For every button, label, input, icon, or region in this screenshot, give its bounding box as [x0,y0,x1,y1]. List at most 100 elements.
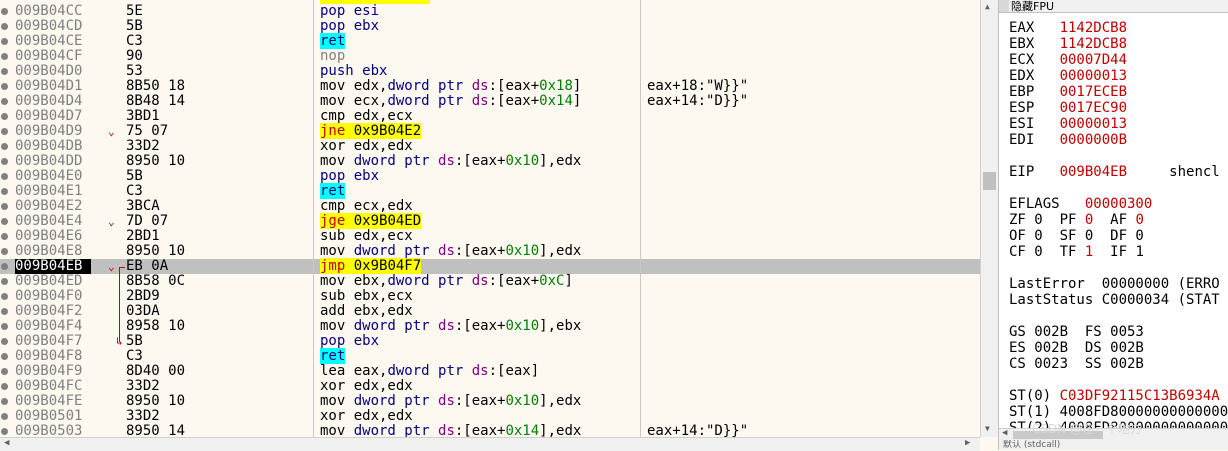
instruction-address[interactable]: 009B04DB [15,139,91,154]
breakpoint-bullet-icon[interactable] [1,8,8,15]
disasm-row[interactable]: 009B04ED 8B58 0C mov ebx,dword ptr ds:[eax… [0,274,980,289]
breakpoint-bullet-icon[interactable] [1,143,8,150]
instruction-address[interactable]: 009B04F4 [15,319,91,334]
disasm-row[interactable]: 009B04D9 ⌄ 75 07 jne 0x9B04E2 [0,123,980,139]
instruction-address[interactable]: 009B04E6 [15,229,91,244]
breakpoint-bullet-icon[interactable] [1,383,8,390]
breakpoint-bullet-icon[interactable] [1,203,8,210]
breakpoint-bullet-icon[interactable] [1,263,8,270]
breakpoint-bullet-icon[interactable] [1,68,8,75]
breakpoint-bullet-icon[interactable] [1,293,8,300]
scroll-down-icon[interactable]: ▼ [985,424,990,433]
register-esp[interactable]: ESP 0017EC90 [1009,100,1127,116]
register-ebp[interactable]: EBP 0017ECEB [1009,84,1127,100]
disasm-row[interactable]: 009B04D7 3BD1 cmp edx,ecx [0,109,980,124]
disasm-row[interactable]: 009B04D4 8B48 14 mov ecx,dword ptr ds:[eax… [0,94,980,109]
disasm-row[interactable]: 009B04DD 8950 10 mov dword ptr ds:[eax+0x1… [0,154,980,169]
disassembly-horizontal-scrollbar[interactable]: ◀ ▶ [0,437,980,451]
instruction-address[interactable]: 009B04D7 [15,109,91,124]
instruction-address[interactable]: 009B04FC [15,379,91,394]
segment-registers-row[interactable]: GS 002B FS 0053 [1009,324,1144,340]
disassembly-vertical-scrollbar[interactable]: ▲ ▼ [980,0,998,437]
disasm-row[interactable]: 009B04E6 2BD1 sub edx,ecx [0,229,980,244]
disasm-row[interactable]: 009B04F4 8958 10 mov dword ptr ds:[eax+0x1… [0,319,980,334]
instruction-address[interactable]: 009B04F2 [15,304,91,319]
disasm-row[interactable]: 009B04E4 ⌄ 7D 07 jge 0x9B04ED [0,213,980,229]
breakpoint-bullet-icon[interactable] [1,248,8,255]
instruction-address[interactable]: 009B04E4 [15,214,91,229]
instruction-address[interactable]: 009B04FE [15,394,91,409]
collapse-icon[interactable] [999,0,1009,12]
instruction-address[interactable]: 009B04E8 [15,244,91,259]
disasm-row[interactable]: 009B04FE 8950 10 mov dword ptr ds:[eax+0x1… [0,394,980,409]
instruction-address[interactable]: 009B04CE [15,34,91,49]
register-ecx[interactable]: ECX 00007D44 [1009,52,1127,68]
instruction-address[interactable]: 009B04DD [15,154,91,169]
scroll-up-icon[interactable]: ▲ [985,2,990,11]
disasm-row[interactable]: 009B04E0 5B pop ebx [0,169,980,184]
instruction-address[interactable]: 009B04CF [15,49,91,64]
register-esi[interactable]: ESI 00000013 [1009,116,1127,132]
instruction-address[interactable]: 009B0503 [15,424,91,438]
disasm-row[interactable]: 009B04EB ⌄ EB 0A jmp 0x9B04F7 [0,258,980,274]
breakpoint-bullet-icon[interactable] [1,218,8,225]
breakpoint-bullet-icon[interactable] [1,308,8,315]
disasm-row[interactable]: 009B04CF 90 nop [0,49,980,64]
instruction-address[interactable]: 009B04E0 [15,169,91,184]
disasm-row[interactable]: 009B04F7 ↳ 5B pop ebx [0,334,980,349]
register-eip[interactable]: EIP 009B04EB shencl [1009,164,1220,180]
breakpoint-bullet-icon[interactable] [1,353,8,360]
breakpoint-bullet-icon[interactable] [1,53,8,60]
register-edi[interactable]: EDI 0000000B [1009,132,1127,148]
instruction-address[interactable]: 009B04D1 [15,79,91,94]
disasm-row[interactable]: 009B04F2 03DA add ebx,edx [0,304,980,319]
scroll-left-icon[interactable]: ◀ [4,438,9,448]
breakpoint-bullet-icon[interactable] [1,278,8,285]
disasm-row[interactable]: 009B04D0 53 push ebx [0,64,980,79]
register-edx[interactable]: EDX 00000013 [1009,68,1127,84]
instruction-address[interactable]: 009B04F8 [15,349,91,364]
disasm-row[interactable]: 009B04D1 8B50 18 mov edx,dword ptr ds:[eax… [0,79,980,94]
breakpoint-bullet-icon[interactable] [1,398,8,405]
breakpoint-bullet-icon[interactable] [1,98,8,105]
disasm-row[interactable]: 009B04E1 C3 ret [0,183,980,199]
instruction-address[interactable]: 009B04E1 [15,184,91,199]
breakpoint-bullet-icon[interactable] [1,83,8,90]
instruction-address[interactable]: 009B04F7 [15,334,91,349]
scroll-right-icon[interactable]: ▶ [965,438,970,448]
instruction-address[interactable]: 009B04ED [15,274,91,289]
fpu-register[interactable]: ST(0) C03DF92115C13B6934A [1009,388,1220,404]
register-eax[interactable]: EAX 1142DCB8 [1009,20,1127,36]
breakpoint-bullet-icon[interactable] [1,413,8,420]
scroll-left-icon[interactable]: ◀ [1002,428,1007,438]
segment-registers-row[interactable]: ES 002B DS 002B [1009,340,1144,356]
segment-registers-row[interactable]: CS 0023 SS 002B [1009,356,1144,372]
instruction-address[interactable]: 009B04EB [15,259,91,274]
instruction-address[interactable]: 009B04F0 [15,289,91,304]
breakpoint-bullet-icon[interactable] [1,128,8,135]
instruction-address[interactable]: 009B04E2 [15,199,91,214]
disasm-row[interactable]: 009B04DB 33D2 xor edx,edx [0,139,980,154]
disasm-row[interactable]: 009B0503 8950 14 mov dword ptr ds:[eax+0x1… [0,424,980,437]
disasm-row[interactable]: 009B04FC 33D2 xor edx,edx [0,379,980,394]
instruction-address[interactable]: 009B04D4 [15,94,91,109]
disasm-row[interactable]: 009B04E2 3BCA cmp ecx,edx [0,199,980,214]
disassembly-view[interactable]: 009B04CBE8 1C8AA5FFcall 0x408EE0009B04CC… [0,0,980,437]
breakpoint-bullet-icon[interactable] [1,38,8,45]
disasm-row[interactable]: 009B04E8 8950 10 mov dword ptr ds:[eax+0x1… [0,244,980,259]
flags-row[interactable]: CF 0 TF 1 IF 1 [1009,244,1144,260]
disasm-row[interactable]: 009B04CD 5B pop ebx [0,19,980,34]
register-ebx[interactable]: EBX 1142DCB8 [1009,36,1127,52]
flags-row[interactable]: OF 0 SF 0 DF 0 [1009,228,1144,244]
hide-fpu-toggle[interactable]: 隐藏FPU [999,0,1228,13]
breakpoint-bullet-icon[interactable] [1,323,8,330]
disasm-row[interactable]: 009B04CE C3 ret [0,33,980,49]
instruction-address[interactable]: 009B04D0 [15,64,91,79]
instruction-address[interactable]: 009B04F9 [15,364,91,379]
register-eflags[interactable]: EFLAGS 00000300 [1009,196,1152,212]
breakpoint-bullet-icon[interactable] [1,368,8,375]
instruction-address[interactable]: 009B04CD [15,19,91,34]
breakpoint-bullet-icon[interactable] [1,338,8,345]
instruction-address[interactable]: 009B0501 [15,409,91,424]
breakpoint-bullet-icon[interactable] [1,233,8,240]
